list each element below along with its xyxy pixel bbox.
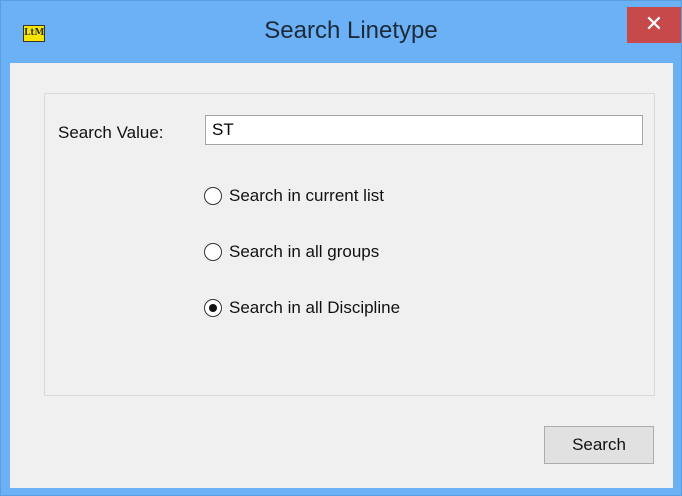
radio-button-all-groups[interactable] — [204, 243, 222, 261]
search-button[interactable]: Search — [544, 426, 654, 464]
dialog-window: LtM Search Linetype ✕ Search Value: Sear… — [0, 0, 682, 496]
dialog-client-area: Search Value: Search in current list Sea… — [10, 63, 673, 488]
radio-label-all-discipline: Search in all Discipline — [229, 298, 401, 317]
radio-search-all-groups[interactable]: Search in all groups — [204, 240, 379, 264]
close-button[interactable]: ✕ — [627, 7, 681, 43]
window-title: Search Linetype — [264, 17, 438, 44]
radio-search-all-discipline[interactable]: Search in all Discipline — [204, 296, 400, 320]
radio-label-all-groups: Search in all groups — [229, 242, 380, 261]
radio-label-current-list: Search in current list — [229, 186, 384, 205]
radio-button-current-list[interactable] — [204, 187, 222, 205]
close-icon: ✕ — [644, 12, 664, 37]
title-bar[interactable]: LtM Search Linetype ✕ — [1, 1, 681, 63]
radio-button-all-discipline[interactable] — [204, 299, 222, 317]
radio-search-current-list[interactable]: Search in current list — [204, 184, 384, 208]
search-value-label: Search Value: — [58, 123, 164, 142]
search-value-input[interactable] — [205, 115, 643, 145]
